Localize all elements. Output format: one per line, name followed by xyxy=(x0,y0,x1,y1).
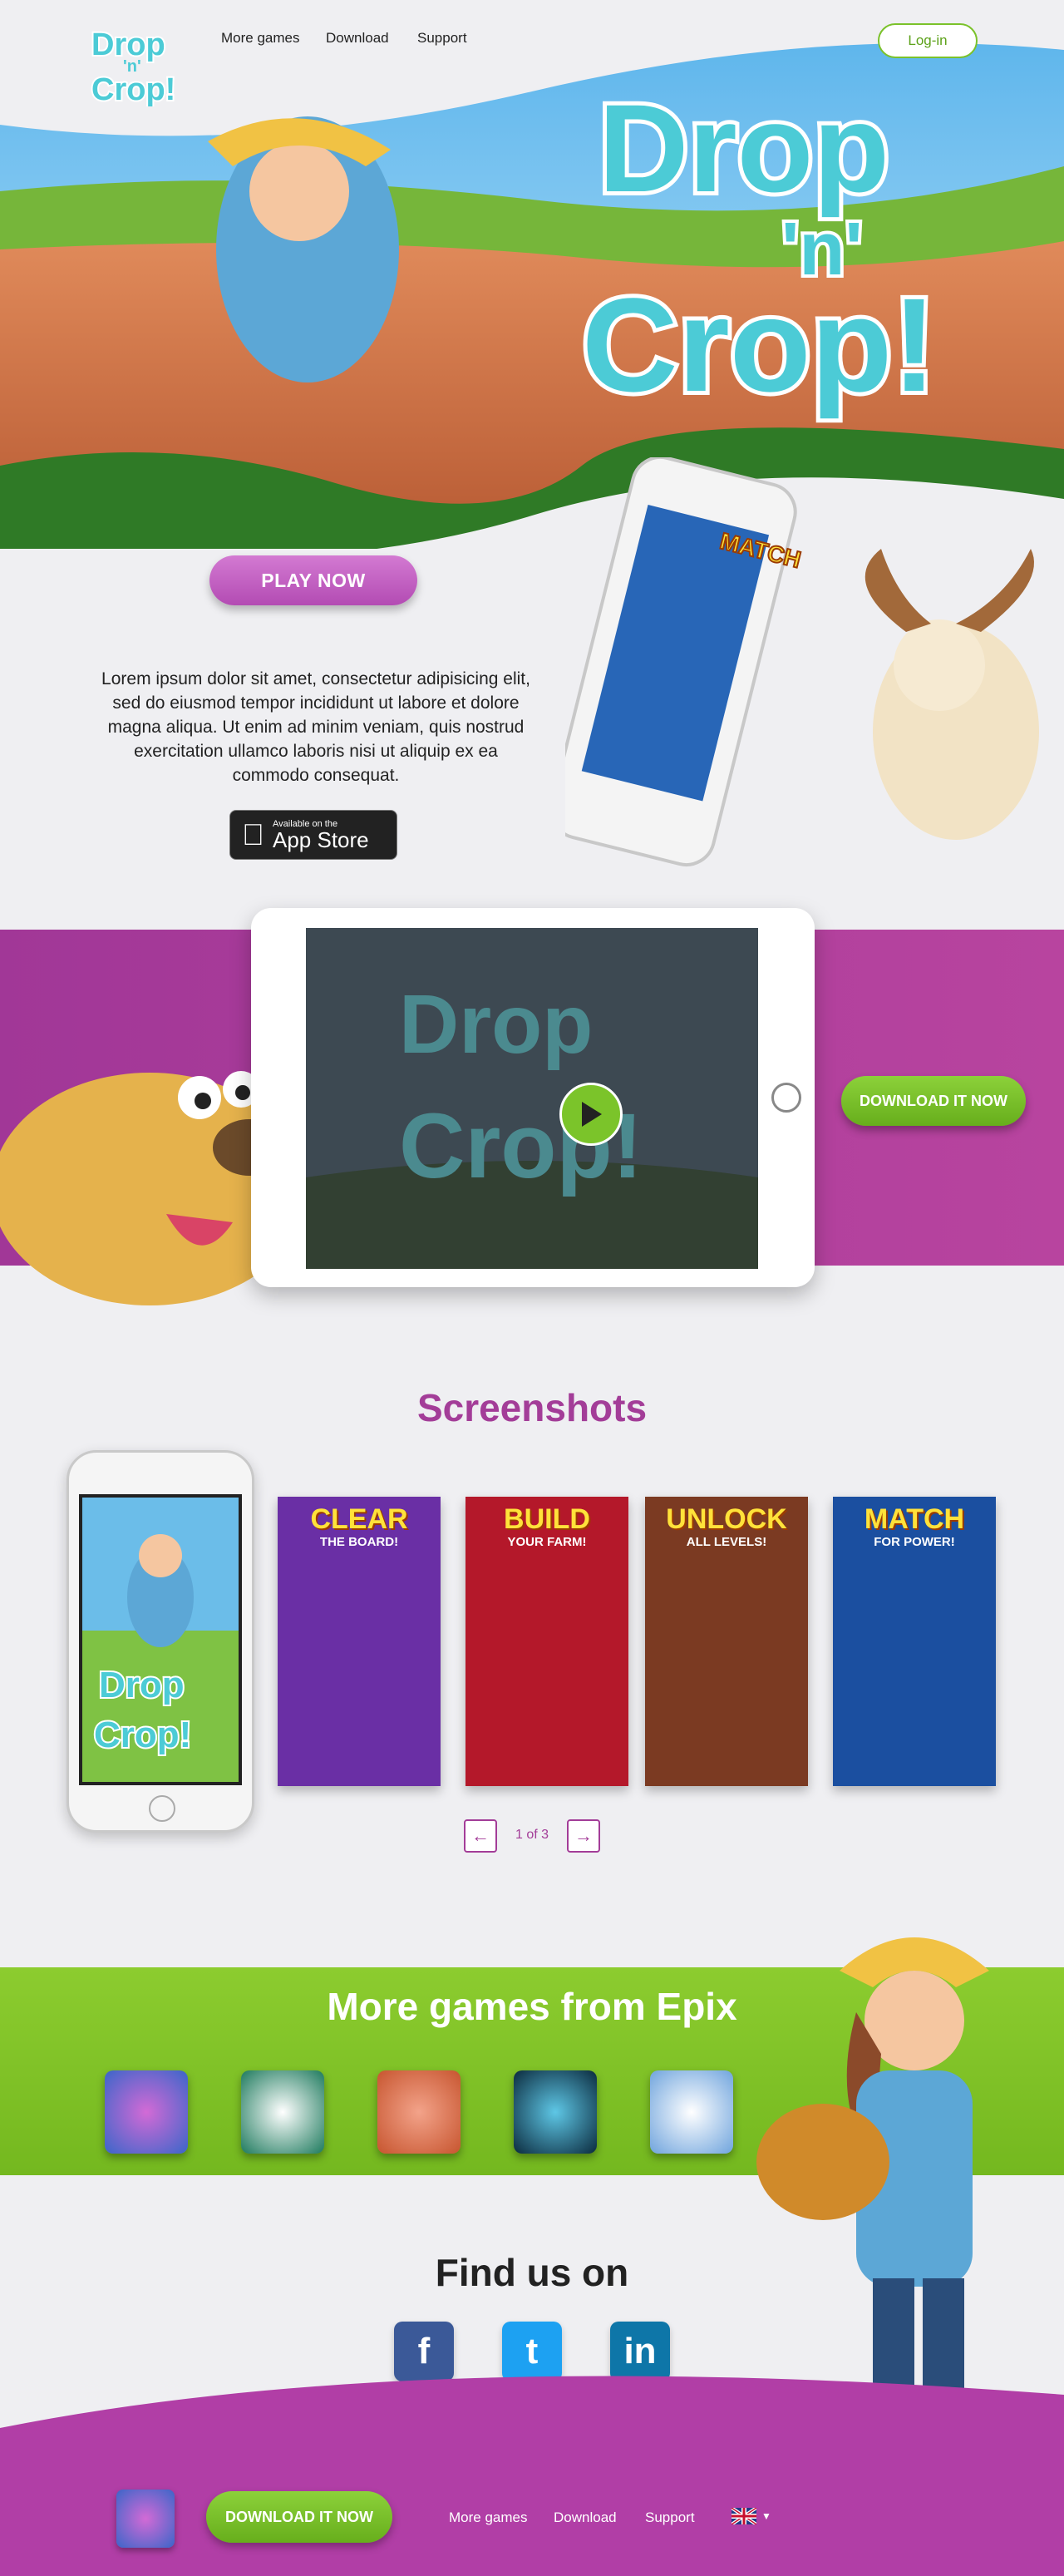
screenshot-card[interactable]: CLEAR THE BOARD! xyxy=(278,1497,441,1786)
phone-screen: Drop Crop! xyxy=(79,1494,242,1785)
svg-text:Drop: Drop xyxy=(598,78,889,218)
svg-text:Crop!: Crop! xyxy=(582,270,937,419)
pager-next-button[interactable]: → xyxy=(567,1819,600,1853)
nav-download[interactable]: Download xyxy=(326,30,389,47)
nav-more-games[interactable]: More games xyxy=(221,30,299,47)
phone-home-button xyxy=(149,1795,175,1822)
top-navigation: Drop 'n' Crop! More games Download Suppo… xyxy=(0,0,1064,109)
screenshot-card[interactable]: BUILD YOUR FARM! xyxy=(466,1497,628,1786)
meteor-game-icon[interactable] xyxy=(514,2070,597,2154)
screenshots-title: Screenshots xyxy=(416,1386,648,1429)
pager-status: 1 of 3 xyxy=(515,1828,549,1842)
app-store-button[interactable]:  Available on the App Store xyxy=(229,810,397,860)
screenshot-card[interactable]: UNLOCK ALL LEVELS! xyxy=(645,1497,808,1786)
screenshot-subcaption: THE BOARD! xyxy=(319,1535,399,1549)
screenshot-caption: MATCH xyxy=(864,1503,965,1535)
logo[interactable]: Drop 'n' Crop! xyxy=(90,20,181,109)
svg-text:Drop: Drop xyxy=(99,1665,185,1705)
footer-download[interactable]: Download xyxy=(554,2509,617,2526)
bird-game-icon[interactable] xyxy=(650,2070,733,2154)
language-selector[interactable]: ▼ xyxy=(732,2508,771,2524)
tablet-home-button xyxy=(771,1083,801,1113)
phone-goat-illustration: MATCH xyxy=(565,457,1039,866)
screenshot-subcaption: YOUR FARM! xyxy=(507,1535,587,1549)
screenshot-caption: UNLOCK xyxy=(666,1503,787,1535)
svg-text:Crop!: Crop! xyxy=(94,1715,191,1755)
sheep-game-icon[interactable] xyxy=(241,2070,324,2154)
arrow-right-icon: → xyxy=(574,1825,593,1846)
svg-text:Crop!: Crop! xyxy=(91,72,175,106)
screenshot-subcaption: FOR POWER! xyxy=(874,1535,955,1549)
screenshot-caption: CLEAR xyxy=(310,1503,408,1535)
footer-download-button[interactable]: DOWNLOAD IT NOW xyxy=(206,2491,392,2543)
video-tablet: Drop Crop! xyxy=(251,908,815,1287)
screenshot-subcaption: ALL LEVELS! xyxy=(686,1535,767,1549)
bubble-game-icon[interactable] xyxy=(105,2070,188,2154)
download-now-button[interactable]: DOWNLOAD IT NOW xyxy=(841,1076,1026,1126)
footer-support[interactable]: Support xyxy=(645,2509,695,2526)
intro-text: Lorem ipsum dolor sit amet, consectetur … xyxy=(101,669,530,785)
play-video-icon[interactable] xyxy=(559,1083,623,1146)
screenshot-card[interactable]: MATCH FOR POWER! xyxy=(833,1497,996,1786)
phone-screenshot: Drop Crop! xyxy=(66,1450,254,1833)
footer-game-icon[interactable] xyxy=(116,2490,175,2548)
find-us-title: Find us on xyxy=(435,2251,629,2294)
svg-text:Drop: Drop xyxy=(399,978,593,1071)
screenshot-caption: BUILD xyxy=(504,1503,590,1535)
nav-support[interactable]: Support xyxy=(417,30,467,47)
pig-game-icon[interactable] xyxy=(377,2070,461,2154)
login-button[interactable]: Log-in xyxy=(878,23,978,58)
play-now-button[interactable]: PLAY NOW xyxy=(209,555,417,605)
appstore-big-label: App Store xyxy=(250,827,369,852)
video-player[interactable]: Drop Crop! xyxy=(306,928,758,1269)
apple-icon:  xyxy=(242,817,264,852)
uk-flag-icon xyxy=(732,2508,756,2524)
chevron-down-icon: ▼ xyxy=(761,2510,771,2522)
footer-more-games[interactable]: More games xyxy=(449,2509,527,2526)
arrow-left-icon: ← xyxy=(471,1825,490,1846)
